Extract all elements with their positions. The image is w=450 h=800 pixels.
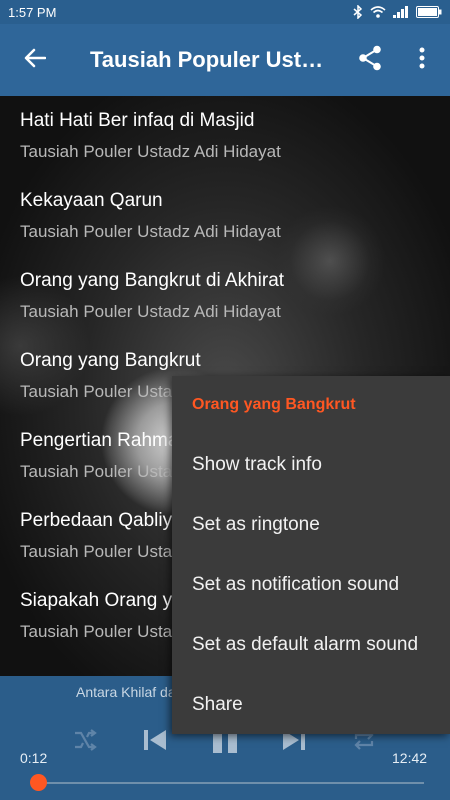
elapsed-time: 0:12 [20, 750, 48, 766]
context-menu: Orang yang Bangkrut Show track info Set … [172, 376, 450, 734]
menu-item-set-alarm-sound[interactable]: Set as default alarm sound [172, 615, 450, 675]
menu-item-share[interactable]: Share [172, 675, 450, 735]
status-time: 1:57 PM [8, 4, 57, 20]
duration-time: 12:42 [392, 750, 428, 766]
status-icons [353, 5, 442, 19]
now-playing-title: Antara Khilaf dan [76, 684, 184, 700]
context-menu-title: Orang yang Bangkrut [192, 396, 356, 413]
more-options-button[interactable] [404, 24, 440, 96]
track-title: Orang yang Bangkrut di Akhirat [20, 270, 285, 291]
app-bar: Tausiah Populer Ustadz Adi Hidayat [0, 24, 450, 96]
seek-thumb[interactable] [30, 774, 48, 791]
track-title: Pengertian Rahmat [20, 430, 184, 451]
shuffle-button[interactable] [63, 720, 107, 764]
track-title: Orang yang Bangkrut [20, 350, 201, 371]
menu-item-set-ringtone[interactable]: Set as ringtone [172, 495, 450, 555]
more-vert-icon [419, 47, 425, 74]
menu-item-set-notification-sound[interactable]: Set as notification sound [172, 555, 450, 615]
track-title: Perbedaan Qabliyah [20, 510, 194, 531]
page-title: Tausiah Populer Ustadz Adi Hidayat [90, 47, 330, 72]
arrow-left-icon [24, 48, 47, 73]
shuffle-icon [73, 728, 97, 756]
track-title: Hati Hati Ber infaq di Masjid [20, 110, 255, 131]
previous-button[interactable] [133, 720, 177, 764]
signal-icon [393, 6, 409, 18]
battery-icon [416, 6, 442, 18]
share-button[interactable] [350, 24, 390, 96]
list-item[interactable]: Hati Hati Ber infaq di Masjid Tausiah Po… [20, 100, 440, 180]
back-button[interactable] [0, 24, 70, 96]
list-item[interactable]: Kekayaan Qarun Tausiah Pouler Ustadz Adi… [20, 180, 440, 260]
skip-previous-icon [142, 728, 168, 757]
menu-item-show-track-info[interactable]: Show track info [172, 435, 450, 495]
track-subtitle: Tausiah Pouler Ustadz Adi Hidayat [20, 142, 281, 161]
bluetooth-icon [353, 5, 363, 19]
list-item[interactable]: Orang yang Bangkrut di Akhirat Tausiah P… [20, 260, 440, 340]
seek-bar[interactable] [32, 782, 424, 784]
track-subtitle: Tausiah Pouler Ustadz Adi Hidayat [20, 302, 281, 321]
status-bar: 1:57 PM [0, 0, 450, 24]
track-title: Kekayaan Qarun [20, 190, 163, 211]
track-subtitle: Tausiah Pouler Ustadz Adi Hidayat [20, 222, 281, 241]
share-icon [358, 45, 382, 76]
wifi-icon [370, 6, 386, 18]
